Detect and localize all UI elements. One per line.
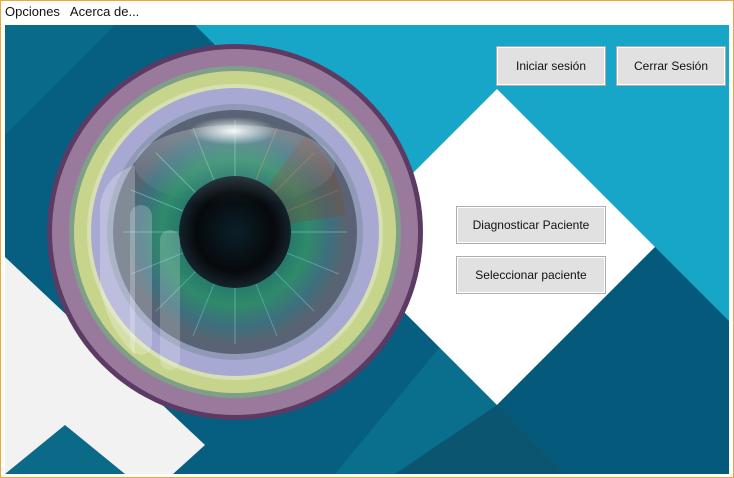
eye-icon xyxy=(47,44,423,420)
select-patient-button[interactable]: Seleccionar paciente xyxy=(456,256,606,294)
background-art xyxy=(5,25,729,474)
diagnose-patient-button[interactable]: Diagnosticar Paciente xyxy=(456,206,606,244)
login-button[interactable]: Iniciar sesión xyxy=(496,46,606,86)
menu-bar: Opciones Acerca de... xyxy=(1,1,733,23)
main-panel: Iniciar sesión Cerrar Sesión Diagnostica… xyxy=(5,25,729,474)
logout-button[interactable]: Cerrar Sesión xyxy=(616,46,726,86)
app-window: Opciones Acerca de... Iniciar sesión Cer… xyxy=(0,0,734,478)
menu-acerca-de[interactable]: Acerca de... xyxy=(66,1,143,23)
menu-opciones[interactable]: Opciones xyxy=(1,1,64,23)
